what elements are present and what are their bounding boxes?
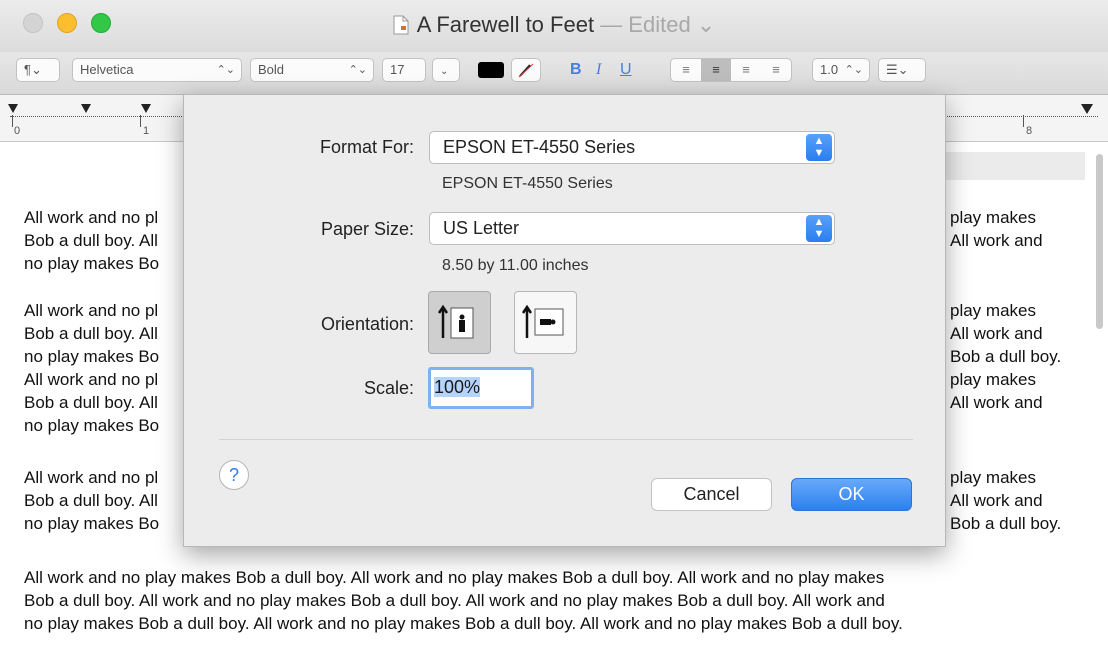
- window-title-area[interactable]: A Farewell to Feet — Edited ⌄: [0, 12, 1108, 38]
- align-right-icon[interactable]: ≡: [731, 59, 761, 81]
- ruler-tick: [12, 115, 13, 127]
- page-setup-dialog: Format For: EPSON ET-4550 Series ▲ ▼ EPSO…: [183, 94, 946, 547]
- stepper-icon: ⌃⌄: [348, 64, 367, 76]
- font-style-popup[interactable]: Bold ⌃⌄: [250, 58, 374, 82]
- paragraph-right-fragment: play makes All work and Bob a dull boy. pl…: [950, 301, 1062, 412]
- highlighter-icon: [518, 63, 534, 78]
- line-spacing-value: 1.0: [820, 62, 839, 77]
- alignment-group: ≡ ≡ ≡ ≡: [670, 58, 792, 82]
- align-justify-icon[interactable]: ≡: [761, 59, 791, 81]
- ruler-number: 1: [143, 125, 150, 137]
- ruler-number: 8: [1026, 125, 1033, 137]
- ruler-tick: [140, 115, 141, 127]
- paragraph-left-fragment: All work and no pl Bob a dull boy. All no …: [24, 208, 160, 273]
- paragraph-left-fragment: All work and no pl Bob a dull boy. All no …: [24, 301, 160, 435]
- format-for-value: EPSON ET-4550 Series: [443, 137, 636, 157]
- scale-label: Scale:: [363, 378, 414, 398]
- font-size-field[interactable]: 17: [382, 58, 426, 82]
- orientation-label: Orientation:: [320, 314, 414, 334]
- line-spacing-popup[interactable]: 1.0 ⌃⌄: [812, 58, 870, 82]
- text-color-swatch[interactable]: [478, 62, 504, 78]
- format-for-label: Format For:: [319, 137, 414, 157]
- underline-button[interactable]: U: [620, 58, 632, 82]
- paper-size-label: Paper Size:: [320, 219, 414, 239]
- format-toolbar: ¶⌄ Helvetica ⌃⌄ Bold ⌃⌄ 17 ⌄ B I U ≡ ≡ ≡…: [0, 52, 1108, 95]
- paper-size-value: US Letter: [443, 218, 520, 238]
- font-size-value: 17: [390, 62, 405, 77]
- tab-stop-marker[interactable]: [81, 104, 91, 113]
- font-family-value: Helvetica: [80, 62, 134, 77]
- paper-size-popup[interactable]: US Letter ▲ ▼: [429, 212, 835, 245]
- ruler-tick: [1023, 115, 1024, 127]
- list-icon: ☰⌄: [886, 62, 909, 77]
- dialog-separator: [219, 439, 913, 440]
- cancel-button[interactable]: Cancel: [651, 478, 772, 511]
- paper-size-description: 8.50 by 11.00 inches: [442, 257, 589, 274]
- document-icon: [393, 15, 409, 35]
- paragraph: All work and no play makes Bob a dull bo…: [24, 568, 903, 633]
- scale-value: 100%: [434, 377, 481, 397]
- left-indent-marker[interactable]: [8, 104, 18, 113]
- font-family-popup[interactable]: Helvetica ⌃⌄: [72, 58, 242, 82]
- italic-button[interactable]: I: [596, 58, 601, 82]
- help-button[interactable]: ?: [219, 460, 249, 490]
- vertical-scrollbar[interactable]: [1096, 154, 1103, 329]
- landscape-orientation-button[interactable]: [514, 291, 577, 354]
- paragraph-right-fragment: play makes All work and Bob a dull boy.: [950, 468, 1062, 533]
- list-style-popup[interactable]: ☰⌄: [878, 58, 926, 82]
- tab-stop-marker[interactable]: [141, 104, 151, 113]
- paragraph-left-fragment: All work and no pl Bob a dull boy. All no …: [24, 468, 160, 533]
- right-indent-marker[interactable]: [1081, 104, 1093, 114]
- paragraph-right-fragment: play makes All work and: [950, 208, 1043, 250]
- chevron-down-icon: ⌄: [440, 66, 449, 77]
- title-bar: A Farewell to Feet — Edited ⌄: [0, 0, 1108, 52]
- popup-arrows-icon: ▲ ▼: [806, 134, 832, 161]
- bold-button[interactable]: B: [570, 58, 582, 82]
- edited-indicator[interactable]: — Edited ⌄: [600, 12, 715, 37]
- paragraph-style-popup[interactable]: ¶⌄: [16, 58, 60, 82]
- format-for-popup[interactable]: EPSON ET-4550 Series ▲ ▼: [429, 131, 835, 164]
- ruler-number: 0: [14, 125, 21, 137]
- stepper-icon: ⌃⌄: [216, 64, 235, 76]
- landscape-orientation-icon: [521, 304, 564, 338]
- portrait-orientation-button[interactable]: [428, 291, 491, 354]
- font-size-popup[interactable]: ⌄: [432, 58, 460, 82]
- ok-button[interactable]: OK: [791, 478, 912, 511]
- stepper-icon: ⌃⌄: [844, 64, 863, 76]
- window-title: A Farewell to Feet: [416, 12, 595, 37]
- popup-arrows-icon: ▲ ▼: [806, 215, 832, 242]
- scale-input[interactable]: 100%: [428, 367, 534, 409]
- align-center-icon[interactable]: ≡: [701, 59, 731, 81]
- align-left-icon[interactable]: ≡: [671, 59, 701, 81]
- format-for-description: EPSON ET-4550 Series: [442, 175, 613, 192]
- highlight-color-button[interactable]: [511, 58, 541, 82]
- portrait-orientation-icon: [437, 304, 474, 339]
- text-selection-band: [940, 152, 1085, 180]
- font-style-value: Bold: [258, 62, 285, 77]
